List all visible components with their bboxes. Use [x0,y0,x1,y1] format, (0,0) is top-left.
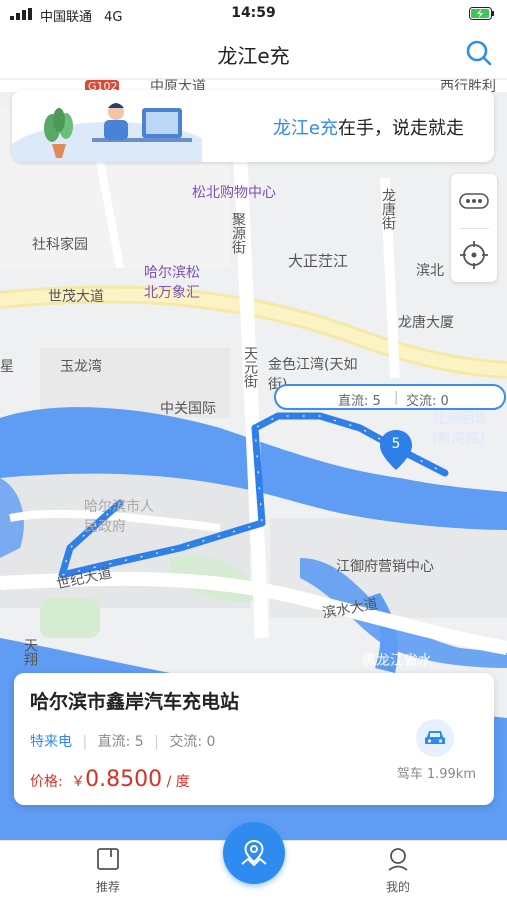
map-label: 哈尔滨市人民政府 [84,499,154,535]
profile-icon [388,848,408,871]
map-label: 滨北 [416,263,444,279]
map-label-poi: 社科家园 [32,237,88,253]
map-label-poi: 松北购物中心 [192,185,276,201]
car-icon [425,731,445,744]
status-bar: 中国联通 4G 14:59 [0,0,507,28]
more-icon [459,193,489,209]
station-meta: 特来电 | 直流: 5 | 交流: 0 [30,731,215,751]
station-callout[interactable]: 直流: 5 | 交流: 0 [274,384,506,410]
meta-separator: | [82,734,88,750]
price-amount: 0.8500 [85,767,163,792]
map-location-icon [241,839,267,867]
map-label-poi: 玉龙湾 [60,359,102,375]
station-name: 哈尔滨市鑫岸汽车充电站 [30,691,240,713]
station-card[interactable]: 哈尔滨市鑫岸汽车充电站 特来电 | 直流: 5 | 交流: 0 价格: ￥0.8… [14,673,494,805]
station-dc: 直流: 5 [97,734,144,750]
station-price: 价格: ￥0.8500 / 度 [30,767,190,792]
center-map-button[interactable] [223,822,285,884]
map-label-poi: 中关国际 [160,401,216,417]
callout-ac: 交流: 0 [406,394,449,409]
tab-mine-label: 我的 [385,880,410,894]
more-button[interactable] [451,174,497,228]
nav-bar: 龙江e充 [0,28,507,78]
tab-recommend-label: 推荐 [95,880,120,894]
map-label-road: 世茂大道 [48,289,104,305]
navigate-button[interactable] [416,719,454,757]
map-tools [451,174,497,282]
banner-brand: 龙江e充 [272,118,338,139]
map-label: 大正茳江 [288,252,349,270]
drive-distance: 驾车 1.99km [396,767,476,782]
station-ac: 交流: 0 [169,734,216,750]
map-label-poi: 龙唐大厦 [398,315,454,331]
callout-separator: | [394,390,399,405]
illustration-person-at-desk [12,103,222,162]
map-label-street: 聚源街 [230,212,246,254]
map-label: 星 [0,359,14,375]
price-unit: / 度 [166,774,190,790]
callout-dc: 直流: 5 [338,394,381,409]
map-label-street: 龙唐街 [380,188,396,230]
recommend-icon [97,848,119,870]
tab-recommend[interactable]: 推荐 [68,847,148,895]
map-label: 北岸明珠(新湾路) [432,411,488,447]
locate-button[interactable] [451,228,497,282]
map-label-poi: 哈尔滨松北万象汇 [144,265,200,301]
map-label-poi: 江御府营销中心 [336,559,434,575]
pin-count: 5 [391,436,401,452]
page-title: 龙江e充 [217,44,290,68]
price-currency: ￥ [71,774,86,790]
price-label: 价格: [30,774,63,790]
banner-slogan: 龙江e充在手，说走就走 [273,114,464,140]
battery-charging-icon [469,7,494,20]
map-label: 天翔 [22,638,38,666]
search-icon[interactable] [465,39,493,67]
meta-separator: | [154,734,159,750]
tab-mine[interactable]: 我的 [358,847,438,895]
promo-banner[interactable]: 龙江e充在手，说走就走 [12,90,494,162]
map-label-street: 天元街 [242,346,258,388]
operator-tag: 特来电 [30,734,72,750]
clock: 14:59 [231,5,276,21]
station-pin[interactable]: 5 [378,428,414,472]
locate-icon [460,241,488,269]
banner-slogan-text: 在手，说走就走 [338,118,464,139]
